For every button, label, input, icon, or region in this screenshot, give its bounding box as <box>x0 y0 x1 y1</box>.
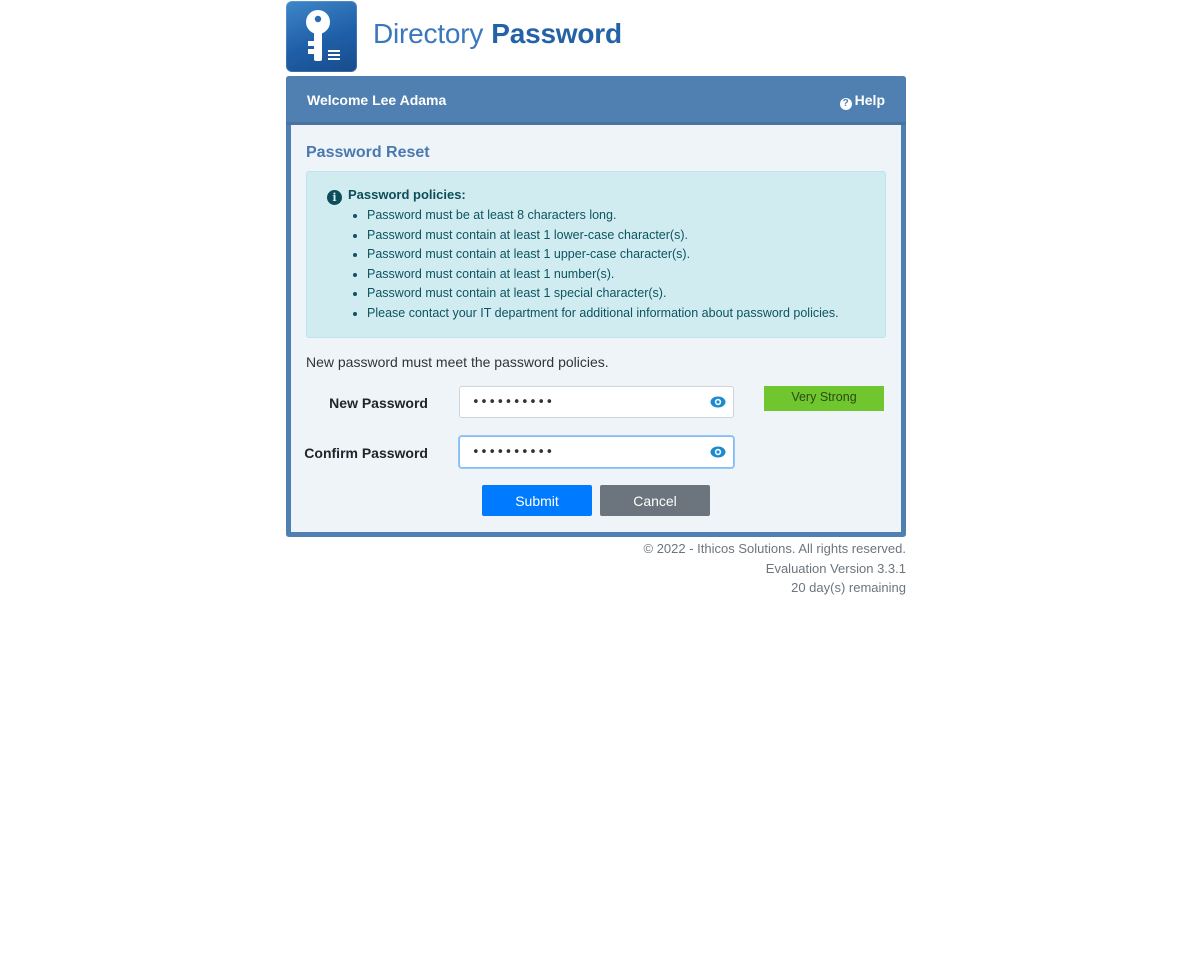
footer: © 2022 - Ithicos Solutions. All rights r… <box>644 539 906 598</box>
brand-name: Directory Password <box>373 18 622 50</box>
card-header: Welcome Lee Adama ? Help <box>286 76 906 125</box>
password-reset-card: Welcome Lee Adama ? Help Password Reset i… <box>286 76 906 537</box>
submit-button[interactable]: Submit <box>482 485 592 516</box>
policy-title-text: Password policies: <box>348 187 466 202</box>
policy-item: Password must be at least 8 characters l… <box>367 206 839 226</box>
new-password-label: New Password <box>329 395 428 411</box>
eye-icon[interactable] <box>710 445 726 459</box>
confirm-password-field[interactable] <box>459 436 734 468</box>
policy-item: Please contact your IT department for ad… <box>367 304 839 324</box>
policy-item: Password must contain at least 1 number(… <box>367 265 839 285</box>
remaining-days-text: 20 day(s) remaining <box>791 580 906 595</box>
copyright-text: © 2022 - Ithicos Solutions. All rights r… <box>643 541 906 556</box>
policy-list: Password must be at least 8 characters l… <box>349 206 839 323</box>
confirm-password-input[interactable] <box>460 437 690 467</box>
question-circle-icon: ? <box>839 98 852 110</box>
policy-alert: i Password policies: Password must be at … <box>306 171 886 338</box>
policy-item: Password must contain at least 1 lower-c… <box>367 226 839 246</box>
policy-item: Password must contain at least 1 special… <box>367 284 839 304</box>
new-password-field[interactable] <box>459 386 734 418</box>
eye-icon[interactable] <box>710 395 726 409</box>
help-link[interactable]: ? Help <box>839 92 885 110</box>
logo: Directory Password <box>286 1 906 73</box>
new-password-input[interactable] <box>460 387 690 417</box>
version-text: Evaluation Version 3.3.1 <box>765 560 906 576</box>
brand-name-part1: Directory <box>373 18 484 49</box>
requirement-note: New password must meet the password poli… <box>306 354 609 370</box>
confirm-password-label: Confirm Password <box>304 445 428 461</box>
key-document-icon <box>286 1 357 72</box>
policy-title: i Password policies: <box>327 187 466 205</box>
welcome-text: Welcome Lee Adama <box>307 92 447 108</box>
cancel-button[interactable]: Cancel <box>600 485 710 516</box>
brand-name-part2: Password <box>491 18 622 49</box>
strength-indicator: Very Strong <box>764 386 884 411</box>
section-title: Password Reset <box>306 144 430 161</box>
policy-item: Password must contain at least 1 upper-c… <box>367 245 839 265</box>
info-circle-icon: i <box>327 190 342 205</box>
help-label: Help <box>854 92 885 108</box>
